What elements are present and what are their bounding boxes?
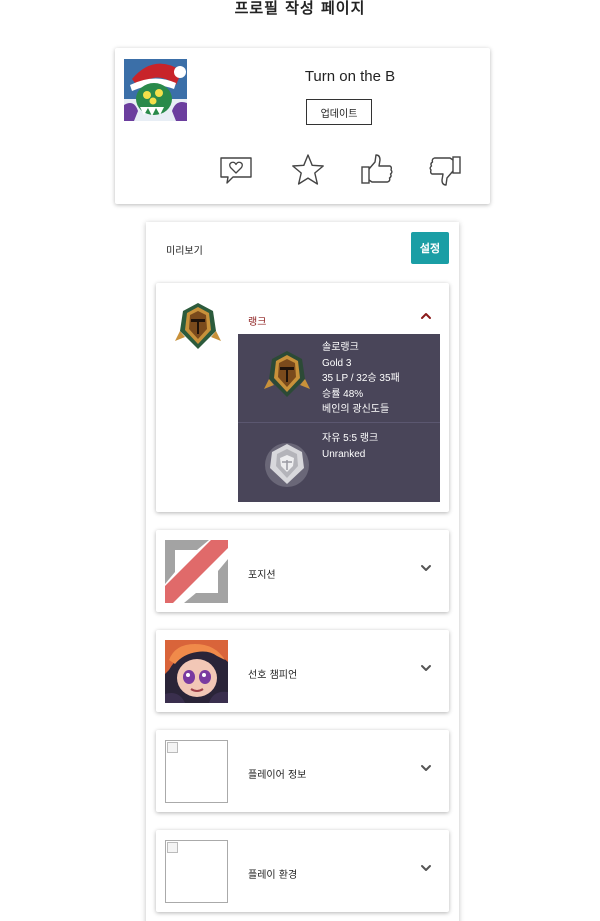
champion-section[interactable]: 선호 챔피언 [156,630,449,712]
profile-avatar [124,59,187,121]
position-section[interactable]: 포지션 [156,530,449,612]
flex-rank-info: 자유 5:5 랭크 Unranked [322,431,378,462]
solo-tier: Gold 3 [322,357,352,369]
solo-rank-info: 솔로랭크 Gold 3 35 LP / 32승 35패 승률 48% 베인의 광… [322,340,400,418]
flex-rank-row: 자유 5:5 랭크 Unranked [238,423,440,502]
profile-card: Turn on the B 업데이트 [115,48,490,204]
champion-title: 선호 챔피언 [248,670,298,681]
rank-emblem-gold [175,301,221,351]
environment-title: 플레이 환경 [248,870,298,881]
champion-portrait [165,640,228,703]
environment-image [165,840,228,903]
player-info-section[interactable]: 플레이어 정보 [156,730,449,812]
thumbs-up-icon[interactable] [359,152,395,188]
environment-section[interactable]: 플레이 환경 [156,830,449,912]
rank-section[interactable]: 랭크 솔로랭크 Gold 3 35 LP / 32승 35패 승률 48% 베인… [156,283,449,512]
page-title: 프로필 작성 페이지 [234,0,366,17]
player-info-image [165,740,228,803]
position-icon [165,540,228,603]
player-info-title: 플레이어 정보 [248,770,307,781]
chevron-down-icon[interactable] [419,660,433,674]
rank-detail-panel: 솔로랭크 Gold 3 35 LP / 32승 35패 승률 48% 베인의 광… [238,334,440,502]
comment-heart-icon[interactable] [218,152,254,188]
gold-emblem-icon [262,349,312,399]
chevron-down-icon[interactable] [419,760,433,774]
star-icon[interactable] [290,152,326,188]
chevron-down-icon[interactable] [419,560,433,574]
solo-winrate: 승률 48% [322,388,364,400]
thumbs-down-icon[interactable] [427,152,463,188]
preview-label: 미리보기 [166,246,203,257]
position-title: 포지션 [248,570,276,581]
preview-card: 미리보기 설정 랭크 솔로랭크 Gold 3 35 LP / 32승 35패 승… [146,222,459,921]
profile-name: Turn on the B [304,68,396,85]
chevron-up-icon[interactable] [419,308,433,322]
unranked-emblem-icon [262,438,312,488]
rank-title: 랭크 [248,317,267,328]
solo-queue-label: 솔로랭크 [322,342,359,353]
broken-image-icon [167,742,178,753]
broken-image-icon [167,842,178,853]
flex-tier: Unranked [322,448,366,460]
solo-league: 베인의 광신도들 [322,404,390,415]
solo-rank-row: 솔로랭크 Gold 3 35 LP / 32승 35패 승률 48% 베인의 광… [238,334,440,423]
update-button[interactable]: 업데이트 [306,99,372,125]
chevron-down-icon[interactable] [419,860,433,874]
flex-queue-label: 자유 5:5 랭크 [322,433,379,444]
solo-record: 35 LP / 32승 35패 [322,373,400,384]
settings-button[interactable]: 설정 [411,232,449,264]
